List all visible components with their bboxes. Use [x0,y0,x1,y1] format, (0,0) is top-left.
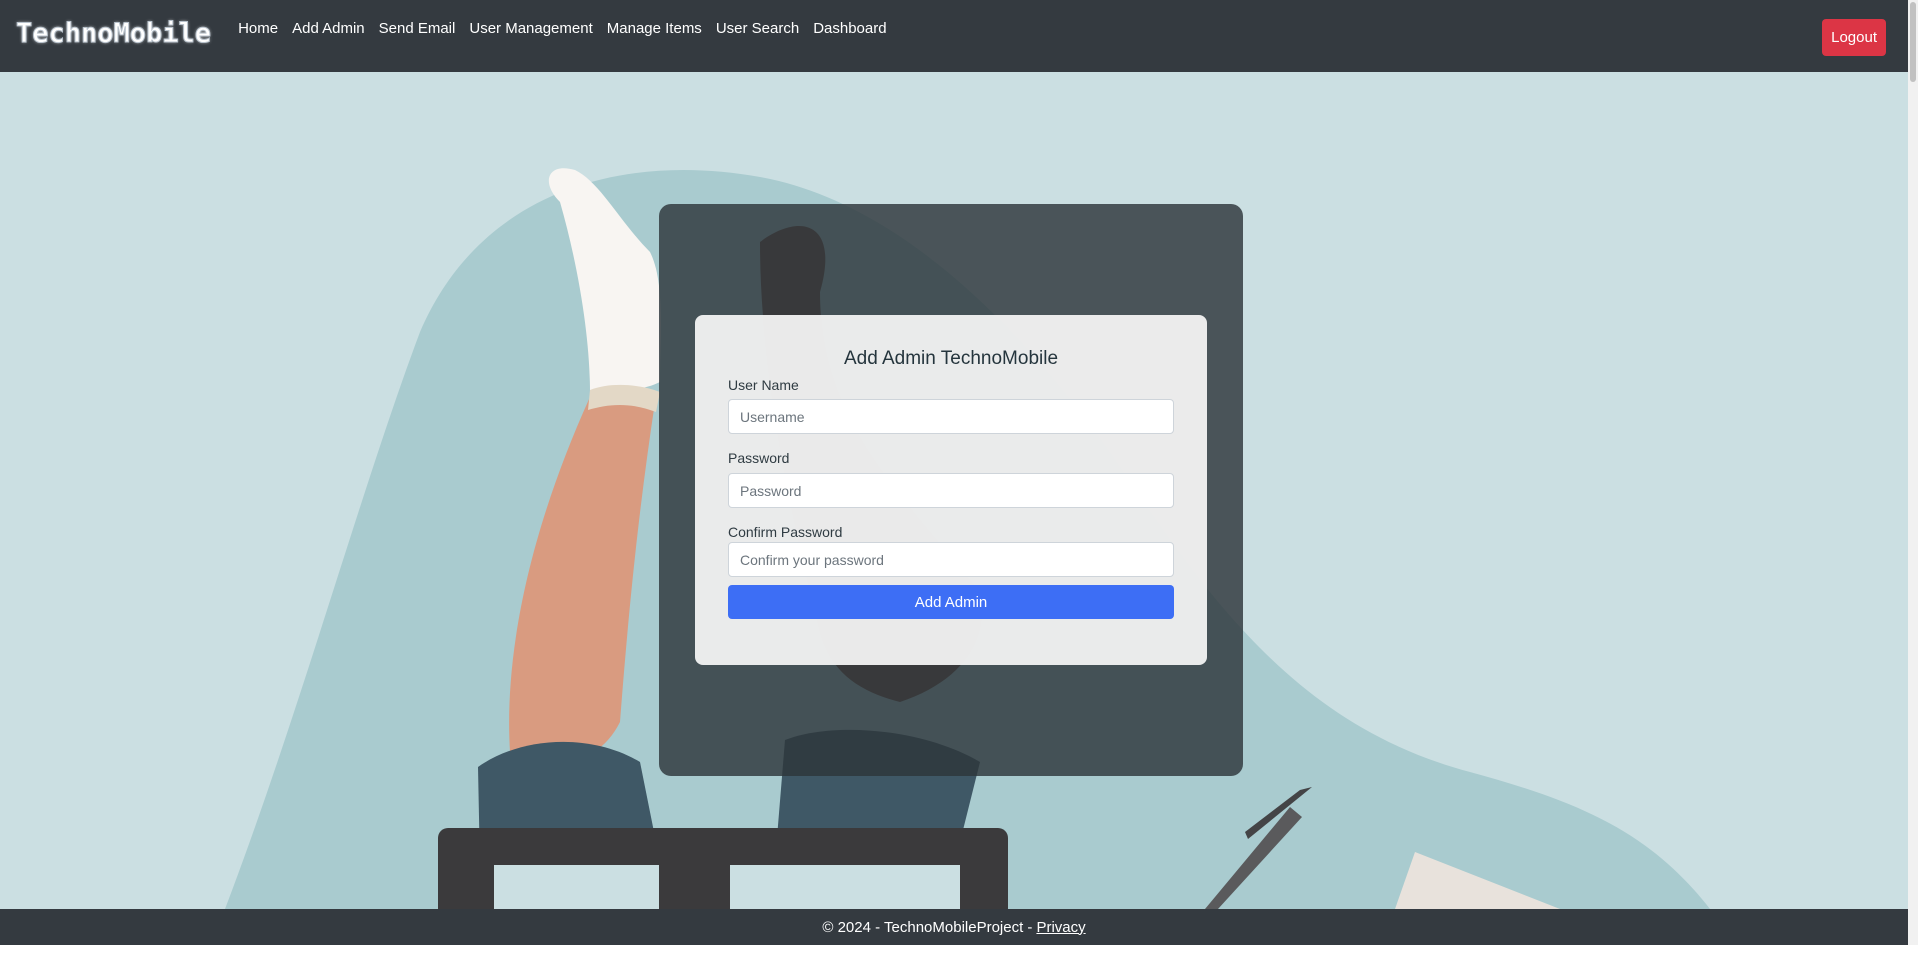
scrollbar-thumb[interactable] [1910,2,1916,82]
add-admin-button[interactable]: Add Admin [728,585,1174,619]
footer-text: © 2024 - TechnoMobileProject - [822,918,1033,936]
nav-link-user-management[interactable]: User Management [469,20,592,37]
nav-link-manage-items[interactable]: Manage Items [607,20,702,37]
nav-link-add-admin[interactable]: Add Admin [292,20,365,37]
bottom-strip [0,945,1918,953]
nav-link-send-email[interactable]: Send Email [379,20,456,37]
form-title: Add Admin TechnoMobile [843,348,1059,369]
nav-links: Home Add Admin Send Email User Managemen… [231,20,894,37]
confirm-password-label: Confirm Password [728,524,843,540]
confirm-password-input[interactable] [728,542,1174,577]
brand-logo[interactable]: TechnoMobile [15,17,211,49]
username-input[interactable] [728,399,1174,434]
logout-button[interactable]: Logout [1822,18,1886,56]
top-navbar: TechnoMobile Home Add Admin Send Email U… [0,0,1908,72]
password-label: Password [728,450,790,466]
footer: © 2024 - TechnoMobileProject - Privacy [0,909,1908,945]
nav-link-home[interactable]: Home [238,20,278,37]
nav-link-user-search[interactable]: User Search [716,20,799,37]
page-scrollbar[interactable] [1908,0,1918,953]
username-label: User Name [728,377,799,393]
nav-link-dashboard[interactable]: Dashboard [813,20,886,37]
password-input[interactable] [728,473,1174,508]
privacy-link[interactable]: Privacy [1036,919,1085,936]
add-admin-form: Add Admin TechnoMobile User Name Passwor… [695,315,1207,665]
